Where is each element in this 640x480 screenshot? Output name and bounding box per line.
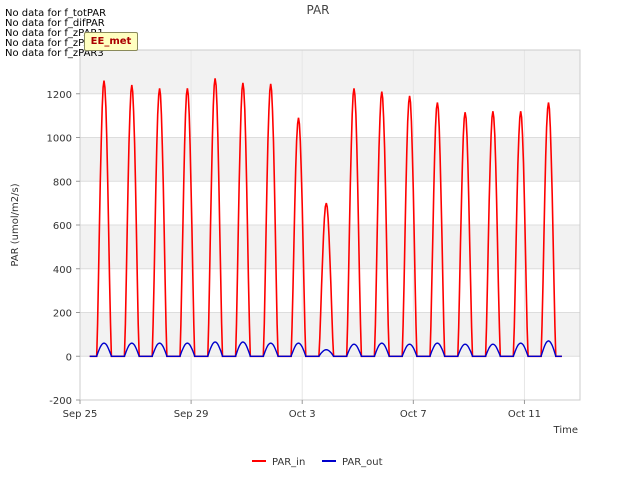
legend: PAR_in PAR_out: [252, 457, 383, 468]
x-tick-label: Oct 7: [400, 409, 427, 420]
chart: -200 0 200 400 600 800 1000 1200 Sep 25 Sep 29 Oc…: [10, 3, 581, 468]
site-badge: EE_met: [84, 32, 138, 51]
y-tick-label: -200: [49, 396, 72, 407]
y-axis-label: PAR (umol/m2/s): [10, 183, 21, 266]
legend-label-par-in: PAR_in: [272, 457, 305, 468]
y-tick-label: 0: [66, 352, 72, 363]
chart-title: PAR: [306, 3, 329, 17]
y-tick-label: 1200: [47, 90, 72, 101]
x-tick-label: Sep 29: [174, 409, 209, 420]
x-tick-labels: Sep 25 Sep 29 Oct 3 Oct 7 Oct 11: [63, 400, 541, 420]
y-tick-label: 600: [53, 221, 72, 232]
y-tick-label: 800: [53, 177, 72, 188]
background-band: [80, 93, 580, 138]
y-tick-labels: -200 0 200 400 600 800 1000 1200: [47, 90, 80, 407]
y-tick-label: 200: [53, 309, 72, 320]
x-axis-label: Time: [553, 425, 578, 436]
y-tick-label: 400: [53, 265, 72, 276]
background-band: [80, 137, 580, 182]
y-tick-label: 1000: [47, 134, 72, 145]
background-band: [80, 50, 580, 94]
x-tick-label: Oct 3: [289, 409, 316, 420]
x-tick-label: Sep 25: [63, 409, 98, 420]
legend-label-par-out: PAR_out: [342, 457, 383, 468]
background-band: [80, 356, 580, 400]
x-tick-label: Oct 11: [508, 409, 541, 420]
